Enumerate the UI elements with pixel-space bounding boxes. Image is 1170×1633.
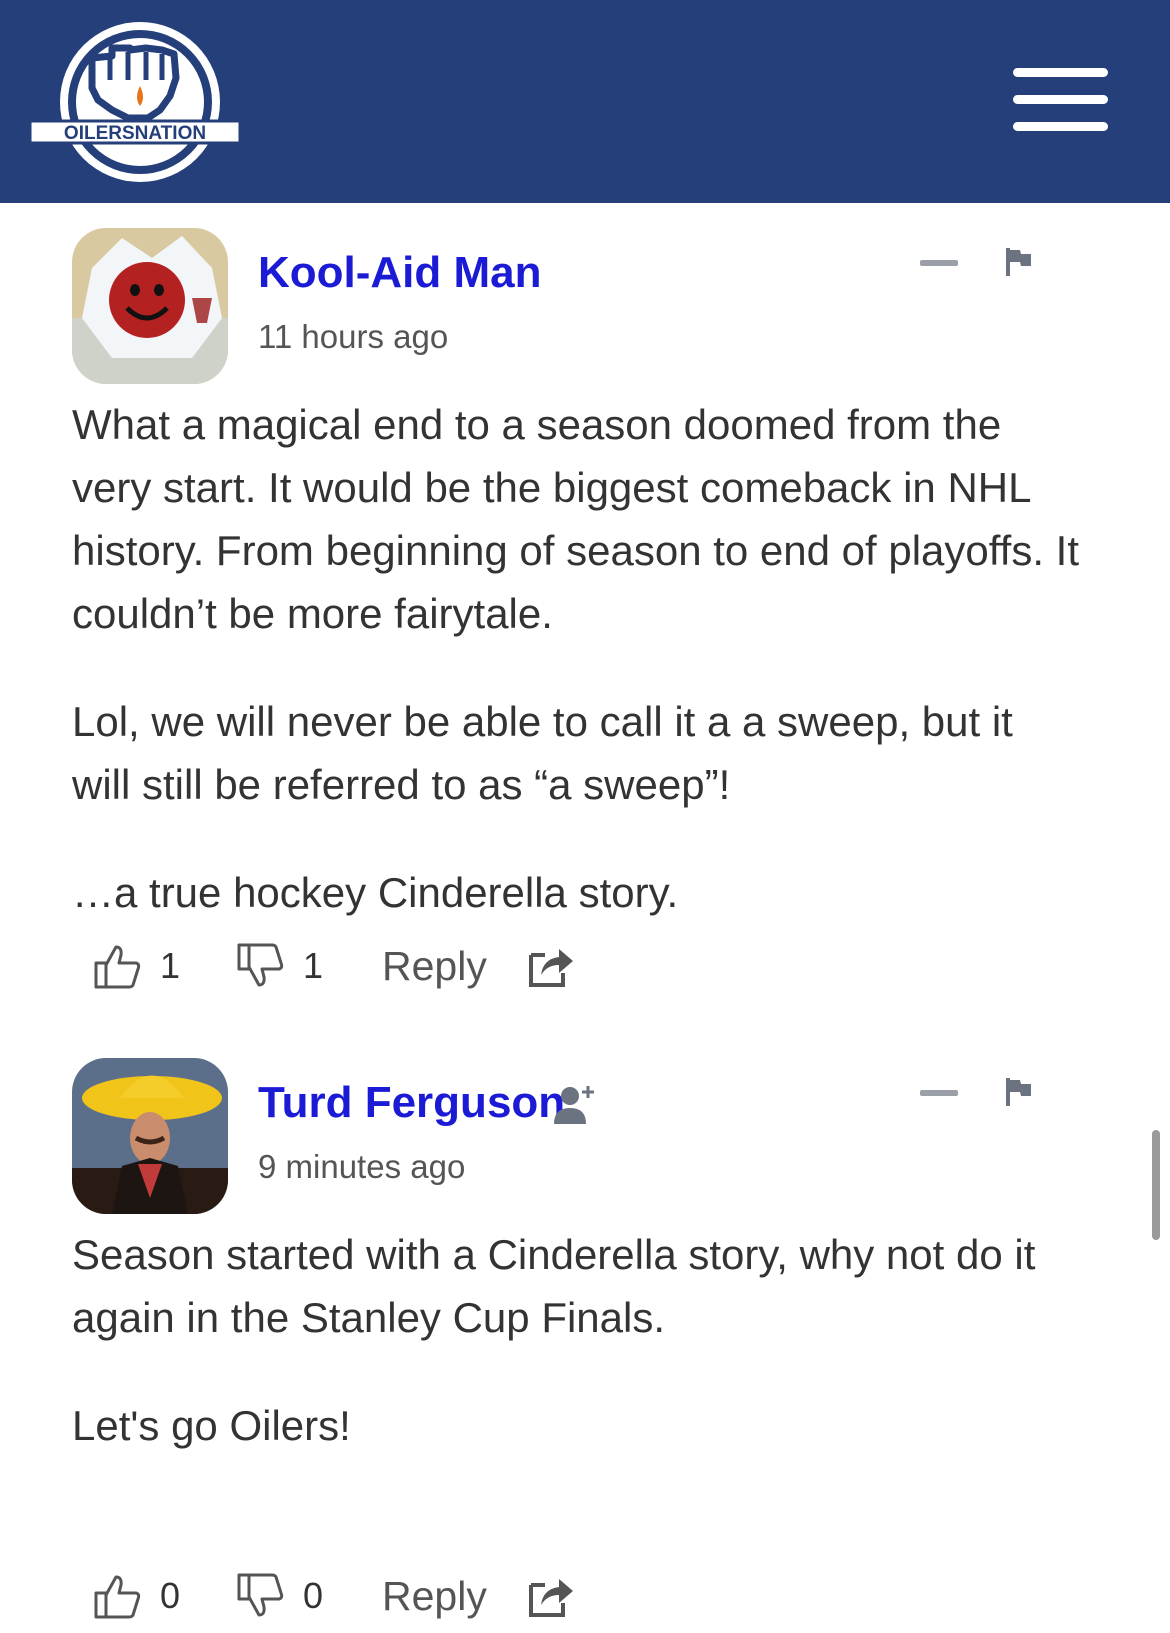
- thumbs-down-icon: [237, 943, 284, 987]
- comment-paragraph: Season started with a Cinderella story, …: [72, 1231, 1036, 1341]
- comment-paragraph: Let's go Oilers!: [72, 1402, 351, 1449]
- share-icon: [529, 1579, 573, 1617]
- comment-timestamp: 9 minutes ago: [258, 1148, 466, 1185]
- share-button[interactable]: [527, 1566, 577, 1626]
- dislike-count: 1: [303, 945, 324, 986]
- collapse-icon[interactable]: [920, 254, 960, 276]
- like-button[interactable]: 1: [92, 936, 180, 996]
- reply-label: Reply: [382, 942, 487, 989]
- comment-author[interactable]: Kool-Aid Man: [258, 248, 542, 298]
- flag-icon[interactable]: [1004, 1076, 1034, 1108]
- reply-label: Reply: [382, 1572, 487, 1619]
- like-count: 0: [160, 1575, 181, 1616]
- share-button[interactable]: [527, 936, 577, 996]
- reply-button[interactable]: Reply: [382, 1566, 487, 1626]
- flag-icon[interactable]: [1004, 246, 1034, 278]
- avatar[interactable]: [72, 228, 228, 384]
- svg-text:OILERSNATION: OILERSNATION: [64, 123, 206, 144]
- reply-button[interactable]: Reply: [382, 936, 487, 996]
- follow-user-icon[interactable]: [550, 1080, 600, 1130]
- comment: Turd Ferguson 9 minutes ago Season start…: [72, 1058, 1072, 1633]
- share-icon: [529, 949, 573, 987]
- thumbs-down-icon: [237, 1573, 284, 1617]
- comment-timestamp: 11 hours ago: [258, 318, 449, 355]
- dislike-button[interactable]: 1: [235, 936, 323, 996]
- comment-body: Season started with a Cinderella story, …: [72, 1223, 1082, 1502]
- comment-paragraph: Lol, we will never be able to call it a …: [72, 698, 1013, 808]
- hamburger-menu-button[interactable]: [1013, 68, 1108, 132]
- comment-paragraph: What a magical end to a season doomed fr…: [72, 401, 1080, 637]
- thumbs-up-icon: [94, 945, 141, 989]
- comment-actions: 0 0 Reply: [92, 1566, 652, 1626]
- thumbs-up-icon: [94, 1575, 141, 1619]
- dislike-button[interactable]: 0: [235, 1566, 323, 1626]
- site-header: OILERSNATION: [0, 0, 1170, 203]
- like-count: 1: [160, 945, 181, 986]
- avatar[interactable]: [72, 1058, 228, 1214]
- like-button[interactable]: 0: [92, 1566, 180, 1626]
- scrollbar[interactable]: [1152, 1130, 1160, 1240]
- comment-actions: 1 1 Reply: [92, 936, 652, 996]
- oilersnation-logo[interactable]: OILERSNATION: [28, 18, 242, 186]
- collapse-icon[interactable]: [920, 1084, 960, 1106]
- dislike-count: 0: [303, 1575, 324, 1616]
- comment-author[interactable]: Turd Ferguson: [258, 1078, 565, 1128]
- comment-paragraph: …a true hockey Cinderella story.: [72, 869, 679, 916]
- comment-body: What a magical end to a season doomed fr…: [72, 393, 1082, 969]
- comment: Kool-Aid Man 11 hours ago What a magical…: [72, 228, 1079, 1018]
